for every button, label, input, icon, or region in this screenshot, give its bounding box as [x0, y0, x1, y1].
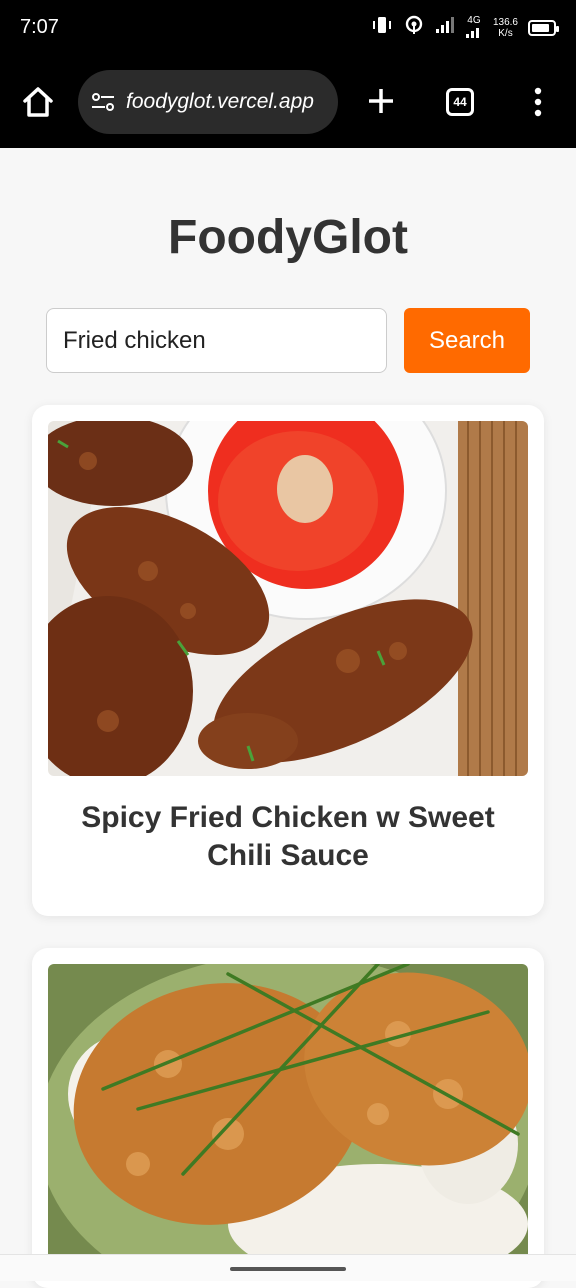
network-type-label: 4G [467, 14, 481, 26]
navigation-gesture-area [0, 1254, 576, 1281]
status-icons: 4G 136.6 K/s [371, 14, 559, 41]
recipe-title[interactable]: Spicy Fried Chicken w Sweet Chili Sauce [48, 799, 528, 875]
address-bar[interactable]: foodyglot.vercel.app [78, 70, 338, 134]
vibrate-icon [371, 15, 393, 40]
signal-icon [435, 15, 455, 40]
more-vert-icon [534, 87, 542, 117]
recipe-card[interactable] [32, 948, 544, 1288]
network-type: 4G [465, 15, 483, 41]
url-text[interactable]: foodyglot.vercel.app [126, 90, 314, 114]
net-speed-unit: K/s [498, 27, 513, 39]
page-title: FoodyGlot [168, 211, 408, 264]
gesture-handle[interactable] [230, 1267, 346, 1271]
browser-toolbar: foodyglot.vercel.app 44 [0, 56, 576, 148]
status-time: 7:07 [20, 16, 59, 38]
home-icon [23, 87, 53, 117]
battery-icon [528, 19, 559, 36]
search-input[interactable] [46, 308, 387, 373]
search-button[interactable]: Search [404, 308, 530, 373]
recipe-image[interactable] [48, 421, 528, 776]
tabs-button[interactable]: 44 [446, 88, 474, 116]
net-speed: 136.6 K/s [493, 17, 518, 39]
status-bar: 7:07 4G 136.6 K/s [0, 0, 576, 56]
recipe-image[interactable] [48, 964, 528, 1264]
plus-icon [369, 89, 393, 113]
new-tab-button[interactable] [366, 86, 396, 116]
recipe-card[interactable]: Spicy Fried Chicken w Sweet Chili Sauce [32, 405, 544, 916]
net-speed-value: 136.6 [492, 16, 518, 28]
home-button[interactable] [20, 84, 56, 120]
tab-count: 44 [453, 95, 467, 109]
more-menu-button[interactable] [530, 86, 546, 118]
hotspot-icon [403, 14, 425, 41]
site-settings-icon[interactable] [90, 89, 116, 115]
